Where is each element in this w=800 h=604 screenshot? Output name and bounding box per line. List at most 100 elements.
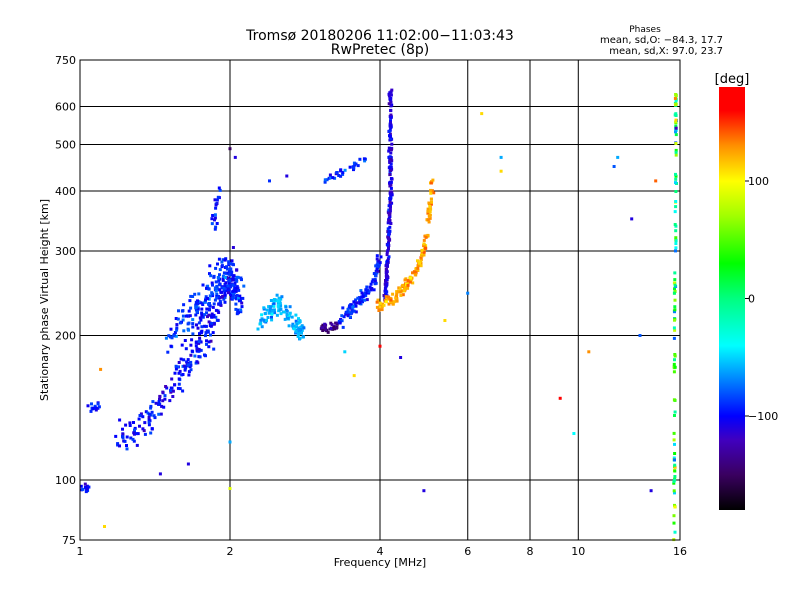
- echo-point: [673, 463, 677, 467]
- echo-point: [287, 324, 291, 328]
- echo-point: [128, 424, 132, 427]
- echo-point: [674, 249, 677, 253]
- echo-point: [654, 179, 658, 183]
- echo-point: [673, 210, 677, 214]
- echo-point: [424, 246, 428, 250]
- echo-point: [133, 428, 136, 432]
- echo-point: [214, 206, 218, 210]
- echo-point: [123, 439, 127, 443]
- echo-point: [171, 395, 175, 398]
- echo-point: [204, 331, 208, 335]
- echo-point: [262, 306, 266, 310]
- colorbar: [719, 87, 745, 510]
- echo-point: [276, 304, 280, 308]
- echo-point: [384, 300, 388, 304]
- echo-point: [221, 278, 225, 282]
- echo-point: [328, 173, 332, 177]
- echo-point: [408, 280, 412, 284]
- echo-point: [480, 112, 484, 116]
- echo-point: [375, 254, 379, 258]
- echo-point: [227, 291, 230, 295]
- echo-point: [389, 298, 393, 302]
- echo-point: [387, 238, 391, 242]
- echo-point: [337, 174, 341, 177]
- echo-point: [177, 309, 180, 313]
- echo-point: [206, 315, 209, 319]
- echo-point: [673, 318, 676, 322]
- echo-point: [89, 409, 93, 413]
- echo-point: [406, 283, 410, 287]
- echo-point: [210, 312, 214, 316]
- echo-point: [263, 312, 267, 315]
- echo-point: [390, 142, 394, 146]
- echo-point: [168, 399, 172, 403]
- echo-point: [218, 288, 222, 292]
- echo-point: [389, 192, 393, 196]
- echo-point: [430, 200, 433, 204]
- echo-point: [124, 423, 128, 427]
- echo-point: [83, 482, 87, 486]
- echo-point: [630, 217, 634, 221]
- echo-point: [387, 213, 391, 217]
- echo-point: [149, 404, 153, 408]
- echo-point: [259, 321, 263, 325]
- echo-point: [187, 373, 191, 377]
- echo-point: [280, 295, 284, 299]
- echo-point: [616, 155, 620, 159]
- echo-point: [672, 489, 676, 493]
- echo-point: [212, 302, 216, 306]
- echo-point: [204, 324, 208, 328]
- echo-point: [208, 302, 211, 305]
- echo-point: [233, 155, 237, 159]
- echo-point: [182, 303, 186, 307]
- echo-point: [180, 343, 184, 347]
- echo-point: [211, 331, 215, 335]
- echo-point: [674, 181, 677, 185]
- echo-point: [363, 298, 367, 302]
- echo-point: [234, 307, 238, 311]
- echo-point: [170, 377, 174, 381]
- echo-point: [220, 260, 224, 264]
- echo-point: [672, 326, 676, 330]
- echo-point: [188, 314, 192, 318]
- echo-point: [649, 489, 653, 493]
- echo-point: [191, 332, 195, 336]
- echo-point: [301, 335, 305, 339]
- echo-point: [361, 294, 365, 298]
- echo-point: [673, 223, 677, 226]
- echo-point: [234, 286, 238, 290]
- echo-point: [163, 394, 167, 398]
- echo-point: [217, 186, 221, 190]
- echo-point: [352, 300, 356, 304]
- echo-point: [240, 305, 244, 309]
- echo-point: [215, 222, 219, 225]
- echo-point: [141, 427, 145, 431]
- echo-point: [174, 367, 178, 371]
- echo-point: [81, 487, 85, 491]
- echo-point: [385, 282, 389, 286]
- echo-point: [212, 274, 216, 278]
- echo-point: [674, 242, 678, 245]
- echo-point: [387, 219, 391, 222]
- echo-point: [177, 371, 181, 375]
- echo-point: [210, 322, 214, 325]
- echo-point: [674, 114, 678, 117]
- echo-point: [181, 373, 185, 376]
- echo-point: [612, 165, 616, 168]
- echo-point: [271, 309, 274, 313]
- echo-point: [214, 225, 218, 229]
- x-tick-label: 8: [527, 545, 534, 558]
- echo-point: [207, 287, 211, 291]
- echo-point: [217, 302, 221, 306]
- echo-point: [388, 197, 392, 201]
- echo-point: [220, 264, 224, 268]
- echo-point: [331, 176, 335, 180]
- echo-point: [343, 168, 347, 172]
- echo-point: [352, 309, 356, 313]
- echo-point: [374, 264, 378, 268]
- echo-point: [288, 305, 292, 309]
- echo-point: [235, 293, 239, 297]
- echo-point: [428, 213, 432, 217]
- echo-point: [382, 303, 386, 307]
- echo-point: [90, 402, 93, 406]
